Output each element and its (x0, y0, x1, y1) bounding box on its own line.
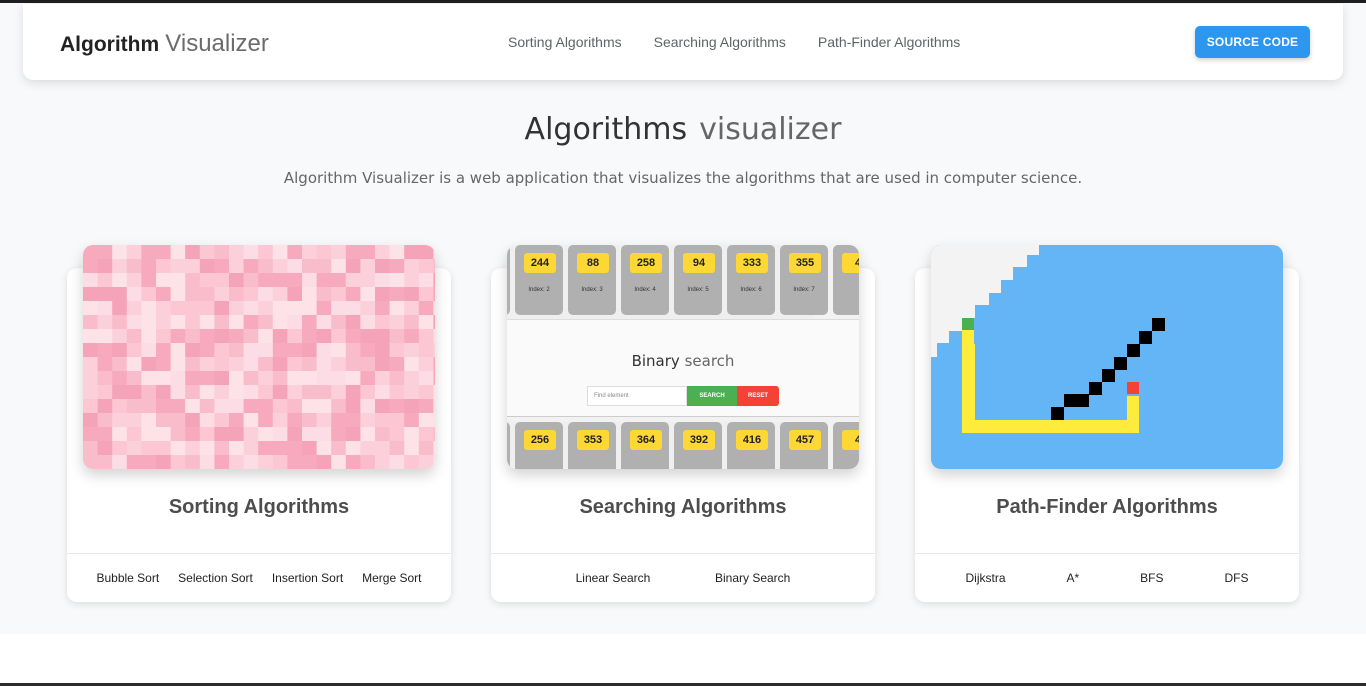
array-cell: 01 (507, 245, 510, 315)
card-footer-pathfinder: Dijkstra A* BFS DFS (915, 553, 1299, 602)
array-cell: 4 (833, 245, 859, 315)
array-cell: 244 Index: 2 (515, 245, 563, 315)
navbar: Algorithm Visualizer Sorting Algorithms … (23, 4, 1343, 80)
array-cell: 2 (507, 422, 510, 469)
pathfinder-thumbnail[interactable] (931, 245, 1283, 469)
array-cell: 256 (515, 422, 563, 469)
binary-search-preview: 01 244Index: 2 88Index: 3 258Index: 4 94… (507, 245, 859, 469)
array-cell: 4 (833, 422, 859, 469)
hero-title-main: Algorithms (524, 112, 688, 147)
brand-light: Visualizer (165, 30, 269, 57)
brand-bold: Algorithm (60, 33, 160, 56)
reset-button: RESET (737, 386, 779, 406)
pathfinder-grid-image (931, 245, 1283, 469)
link-insertion-sort[interactable]: Insertion Sort (272, 571, 343, 585)
bottom-array-row: 2 256 353 364 392 416 457 4 (507, 422, 859, 469)
hero-title-light: visualizer (699, 112, 842, 147)
array-cell: 333 Index: 6 (727, 245, 775, 315)
brand-logo[interactable]: Algorithm Visualizer (60, 30, 269, 58)
link-astar[interactable]: A* (1066, 571, 1079, 585)
search-button: SEARCH (687, 386, 737, 406)
nav-link-pathfinder[interactable]: Path-Finder Algorithms (818, 34, 960, 50)
link-bubble-sort[interactable]: Bubble Sort (96, 571, 159, 585)
link-linear-search[interactable]: Linear Search (576, 571, 651, 585)
array-cell: 88 Index: 3 (568, 245, 616, 315)
find-element-input: Find element (587, 386, 687, 406)
hero-title: Algorithms visualizer (0, 112, 1366, 147)
card-footer-sorting: Bubble Sort Selection Sort Insertion Sor… (67, 553, 451, 602)
card-title-searching: Searching Algorithms (579, 496, 787, 518)
card-sorting: Sorting Algorithms Bubble Sort Selection… (67, 245, 451, 602)
link-merge-sort[interactable]: Merge Sort (362, 571, 421, 585)
array-cell: 258 Index: 4 (621, 245, 669, 315)
sorting-thumbnail[interactable] (83, 245, 435, 469)
array-cell: 355 Index: 7 (780, 245, 828, 315)
array-cell: 353 (568, 422, 616, 469)
array-cell: 416 (727, 422, 775, 469)
link-dfs[interactable]: DFS (1224, 571, 1248, 585)
link-binary-search[interactable]: Binary Search (715, 571, 790, 585)
array-cell: 392 (674, 422, 722, 469)
link-dijkstra[interactable]: Dijkstra (965, 571, 1005, 585)
card-title-sorting: Sorting Algorithms (168, 496, 350, 518)
nav-links: Sorting Algorithms Searching Algorithms … (508, 34, 960, 50)
link-bfs[interactable]: BFS (1140, 571, 1163, 585)
card-footer-searching: Linear Search Binary Search (491, 553, 875, 602)
searching-thumbnail[interactable]: 01 244Index: 2 88Index: 3 258Index: 4 94… (507, 245, 859, 469)
top-array-row: 01 244Index: 2 88Index: 3 258Index: 4 94… (507, 245, 859, 319)
array-cell: 364 (621, 422, 669, 469)
array-cell: 457 (780, 422, 828, 469)
hero-subtitle: Algorithm Visualizer is a web applicatio… (283, 169, 1083, 187)
source-code-button[interactable]: SOURCE CODE (1195, 26, 1310, 58)
nav-link-searching[interactable]: Searching Algorithms (654, 34, 786, 50)
array-cell: 94 Index: 5 (674, 245, 722, 315)
sorting-mosaic-image (83, 245, 435, 469)
card-searching: 01 244Index: 2 88Index: 3 258Index: 4 94… (491, 245, 875, 602)
card-pathfinder: Path-Finder Algorithms Dijkstra A* BFS D… (915, 245, 1299, 602)
card-title-pathfinder: Path-Finder Algorithms (996, 496, 1218, 518)
link-selection-sort[interactable]: Selection Sort (178, 571, 253, 585)
nav-link-sorting[interactable]: Sorting Algorithms (508, 34, 622, 50)
binary-search-title: Binary search (631, 352, 735, 370)
binary-search-panel: Binary search Find element SEARCH RESET (507, 319, 859, 417)
